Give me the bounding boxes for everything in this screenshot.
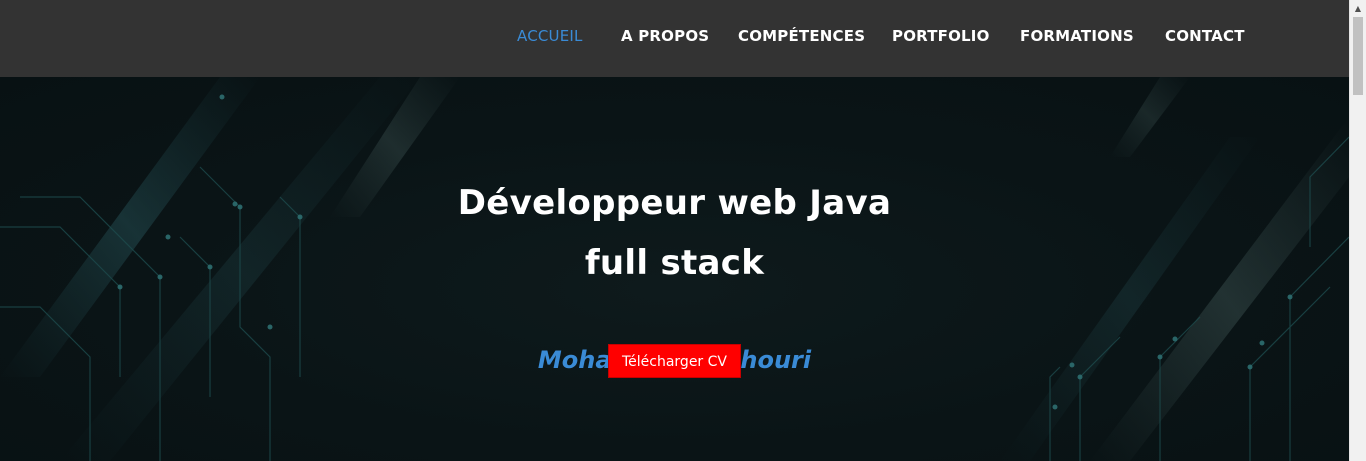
hero-title-line-2: full stack bbox=[584, 243, 765, 283]
page: ACCUEIL A PROPOS COMPÉTENCES PORTFOLIO F… bbox=[0, 0, 1349, 461]
nav-item-portfolio[interactable]: PORTFOLIO bbox=[892, 26, 990, 46]
download-cv-button[interactable]: Télécharger CV bbox=[608, 344, 741, 378]
hero-title-line-1: Développeur web Java bbox=[457, 183, 892, 223]
scroll-up-arrow-icon[interactable]: ▲ bbox=[1350, 0, 1366, 17]
nav-menu: ACCUEIL A PROPOS COMPÉTENCES PORTFOLIO F… bbox=[0, 26, 1349, 48]
nav-item-a-propos[interactable]: A PROPOS bbox=[621, 26, 709, 46]
nav-item-competences[interactable]: COMPÉTENCES bbox=[738, 26, 865, 46]
top-navbar: ACCUEIL A PROPOS COMPÉTENCES PORTFOLIO F… bbox=[0, 0, 1349, 77]
vertical-scrollbar[interactable]: ▲ bbox=[1349, 0, 1366, 461]
hero-section: Développeur web Java full stack Mohamed … bbox=[0, 77, 1349, 461]
nav-item-accueil[interactable]: ACCUEIL bbox=[517, 26, 583, 46]
scrollbar-thumb[interactable] bbox=[1353, 17, 1363, 95]
nav-item-contact[interactable]: CONTACT bbox=[1165, 26, 1245, 46]
nav-item-formations[interactable]: FORMATIONS bbox=[1020, 26, 1134, 46]
